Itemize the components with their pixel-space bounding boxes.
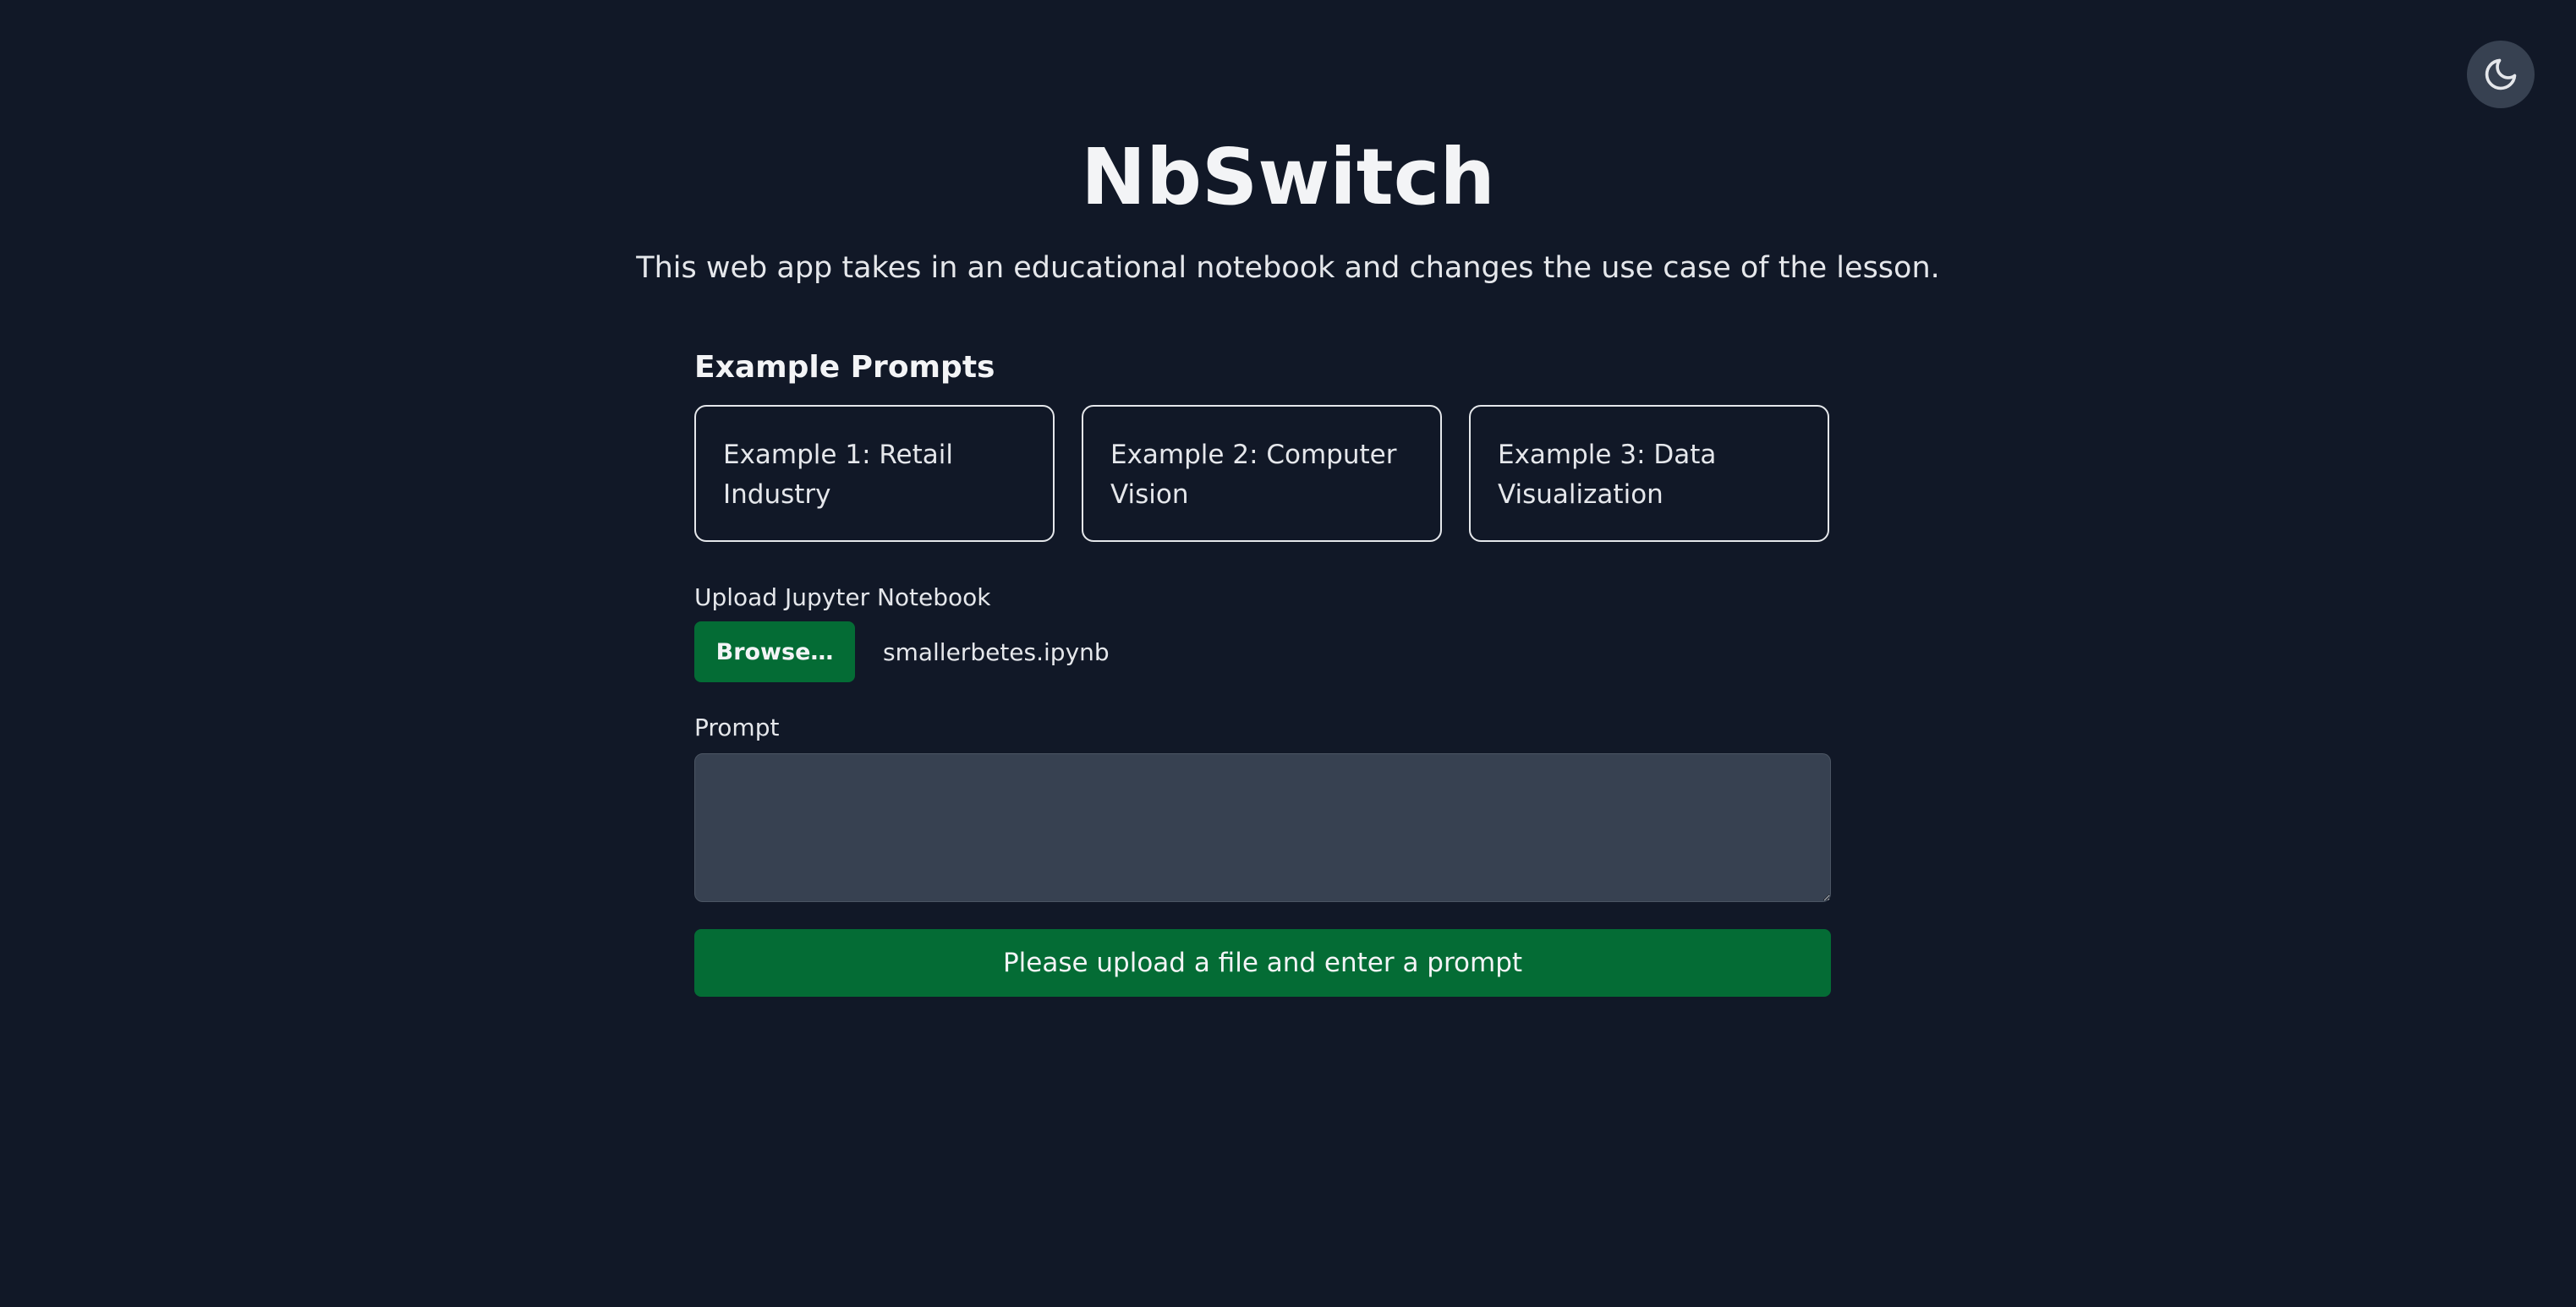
prompt-textarea[interactable] — [694, 753, 1831, 902]
example-card-retail-industry[interactable]: Example 1: Retail Industry — [694, 405, 1055, 542]
page-subtitle: This web app takes in an educational not… — [636, 251, 1940, 285]
upload-label: Upload Jupyter Notebook — [694, 583, 991, 611]
moon-icon — [2485, 58, 2517, 90]
selected-file-name: smallerbetes.ipynb — [883, 637, 1110, 666]
browse-button[interactable]: Browse… — [694, 621, 855, 682]
prompt-label: Prompt — [694, 714, 780, 741]
example-prompts-heading: Example Prompts — [694, 350, 995, 385]
main-form: Example Prompts Example 1: Retail Indust… — [694, 342, 1831, 997]
example-card-computer-vision[interactable]: Example 2: Computer Vision — [1082, 405, 1442, 542]
file-upload: Browse… smallerbetes.ipynb — [694, 621, 1831, 682]
page-header: NbSwitch This web app takes in an educat… — [0, 118, 2576, 289]
theme-toggle-button[interactable] — [2467, 41, 2535, 108]
example-prompts-list: Example 1: Retail Industry Example 2: Co… — [694, 405, 1831, 542]
page-title: NbSwitch — [1081, 132, 1495, 222]
submit-button[interactable]: Please upload a file and enter a prompt — [694, 929, 1831, 997]
example-card-data-visualization[interactable]: Example 3: Data Visualization — [1469, 405, 1829, 542]
